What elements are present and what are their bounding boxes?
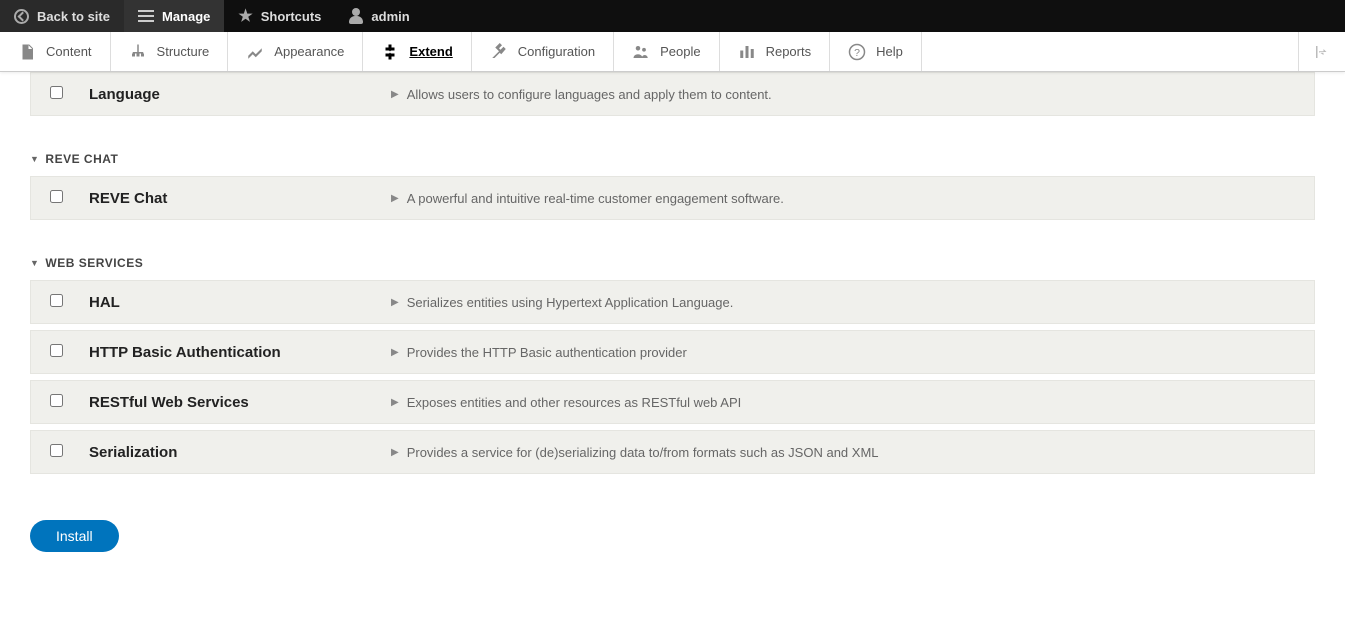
star-icon: ★ bbox=[238, 6, 252, 26]
module-description: Allows users to configure languages and … bbox=[407, 87, 772, 102]
menu-people[interactable]: People bbox=[614, 32, 719, 71]
module-row: RESTful Web Services ▶ Exposes entities … bbox=[30, 380, 1315, 424]
module-name: HTTP Basic Authentication bbox=[81, 344, 391, 361]
module-row: Language ▶ Allows users to configure lan… bbox=[30, 72, 1315, 116]
extend-icon bbox=[381, 43, 399, 61]
caret-right-icon: ▶ bbox=[391, 347, 399, 358]
svg-text:?: ? bbox=[854, 46, 860, 58]
module-description: Exposes entities and other resources as … bbox=[407, 395, 742, 410]
module-checkbox-language[interactable] bbox=[50, 86, 63, 99]
module-description-toggle[interactable]: ▶ Provides a service for (de)serializing… bbox=[391, 445, 1314, 460]
module-description: Serializes entities using Hypertext Appl… bbox=[407, 295, 734, 310]
menu-icon bbox=[138, 10, 154, 22]
menu-people-label: People bbox=[660, 44, 700, 59]
module-description: Provides the HTTP Basic authentication p… bbox=[407, 345, 687, 360]
install-button[interactable]: Install bbox=[30, 520, 119, 552]
content-icon bbox=[18, 43, 36, 61]
section-title: REVE CHAT bbox=[45, 152, 118, 166]
module-description-toggle[interactable]: ▶ A powerful and intuitive real-time cus… bbox=[391, 191, 1314, 206]
section-title: WEB SERVICES bbox=[45, 256, 143, 270]
module-checkbox-http-basic-auth[interactable] bbox=[50, 344, 63, 357]
arrow-right-icon bbox=[1313, 43, 1331, 61]
appearance-icon bbox=[246, 43, 264, 61]
module-name: Serialization bbox=[81, 444, 391, 461]
module-description: A powerful and intuitive real-time custo… bbox=[407, 191, 784, 206]
manage-label: Manage bbox=[162, 9, 210, 24]
caret-right-icon: ▶ bbox=[391, 193, 399, 204]
section-header-reve-chat[interactable]: ▼ REVE CHAT bbox=[30, 152, 1315, 166]
toolbar-orientation-toggle[interactable] bbox=[1298, 32, 1345, 71]
caret-down-icon: ▼ bbox=[30, 258, 39, 268]
admin-label: admin bbox=[371, 9, 409, 24]
module-description-toggle[interactable]: ▶ Serializes entities using Hypertext Ap… bbox=[391, 295, 1314, 310]
people-icon bbox=[632, 43, 650, 61]
menu-appearance[interactable]: Appearance bbox=[228, 32, 363, 71]
menu-reports-label: Reports bbox=[766, 44, 812, 59]
module-description-toggle[interactable]: ▶ Provides the HTTP Basic authentication… bbox=[391, 345, 1314, 360]
module-description-toggle[interactable]: ▶ Exposes entities and other resources a… bbox=[391, 395, 1314, 410]
module-checkbox-reve-chat[interactable] bbox=[50, 190, 63, 203]
reports-icon bbox=[738, 43, 756, 61]
menu-reports[interactable]: Reports bbox=[720, 32, 831, 71]
manage-button[interactable]: Manage bbox=[124, 0, 224, 32]
module-name: HAL bbox=[81, 294, 391, 311]
caret-right-icon: ▶ bbox=[391, 397, 399, 408]
module-name: Language bbox=[81, 86, 391, 103]
caret-right-icon: ▶ bbox=[391, 89, 399, 100]
module-name: REVE Chat bbox=[81, 190, 391, 207]
menu-extend-label: Extend bbox=[409, 44, 452, 59]
menu-configuration-label: Configuration bbox=[518, 44, 595, 59]
structure-icon bbox=[129, 43, 147, 61]
module-row: HTTP Basic Authentication ▶ Provides the… bbox=[30, 330, 1315, 374]
menu-help-label: Help bbox=[876, 44, 903, 59]
menu-structure-label: Structure bbox=[157, 44, 210, 59]
menu-content[interactable]: Content bbox=[0, 32, 111, 71]
help-icon: ? bbox=[848, 43, 866, 61]
module-name: RESTful Web Services bbox=[81, 394, 391, 411]
menu-help[interactable]: ? Help bbox=[830, 32, 922, 71]
toolbar-top: Back to site Manage ★ Shortcuts admin bbox=[0, 0, 1345, 32]
page-content: Language ▶ Allows users to configure lan… bbox=[0, 72, 1345, 582]
shortcuts-label: Shortcuts bbox=[261, 9, 322, 24]
module-row: Serialization ▶ Provides a service for (… bbox=[30, 430, 1315, 474]
admin-user-button[interactable]: admin bbox=[335, 0, 423, 32]
menu-content-label: Content bbox=[46, 44, 92, 59]
person-icon bbox=[349, 8, 363, 24]
back-label: Back to site bbox=[37, 9, 110, 24]
module-description: Provides a service for (de)serializing d… bbox=[407, 445, 879, 460]
module-description-toggle[interactable]: ▶ Allows users to configure languages an… bbox=[391, 87, 1314, 102]
caret-right-icon: ▶ bbox=[391, 297, 399, 308]
back-to-site-button[interactable]: Back to site bbox=[0, 0, 124, 32]
module-row: HAL ▶ Serializes entities using Hypertex… bbox=[30, 280, 1315, 324]
menu-appearance-label: Appearance bbox=[274, 44, 344, 59]
module-row: REVE Chat ▶ A powerful and intuitive rea… bbox=[30, 176, 1315, 220]
caret-right-icon: ▶ bbox=[391, 447, 399, 458]
section-header-web-services[interactable]: ▼ WEB SERVICES bbox=[30, 256, 1315, 270]
menu-configuration[interactable]: Configuration bbox=[472, 32, 614, 71]
shortcuts-button[interactable]: ★ Shortcuts bbox=[224, 0, 335, 32]
back-icon bbox=[14, 9, 29, 24]
module-checkbox-hal[interactable] bbox=[50, 294, 63, 307]
caret-down-icon: ▼ bbox=[30, 154, 39, 164]
menu-structure[interactable]: Structure bbox=[111, 32, 229, 71]
module-checkbox-restful[interactable] bbox=[50, 394, 63, 407]
module-checkbox-serialization[interactable] bbox=[50, 444, 63, 457]
menu-extend[interactable]: Extend bbox=[363, 32, 471, 71]
admin-menu: Content Structure Appearance Extend Conf… bbox=[0, 32, 1345, 72]
configuration-icon bbox=[490, 43, 508, 61]
